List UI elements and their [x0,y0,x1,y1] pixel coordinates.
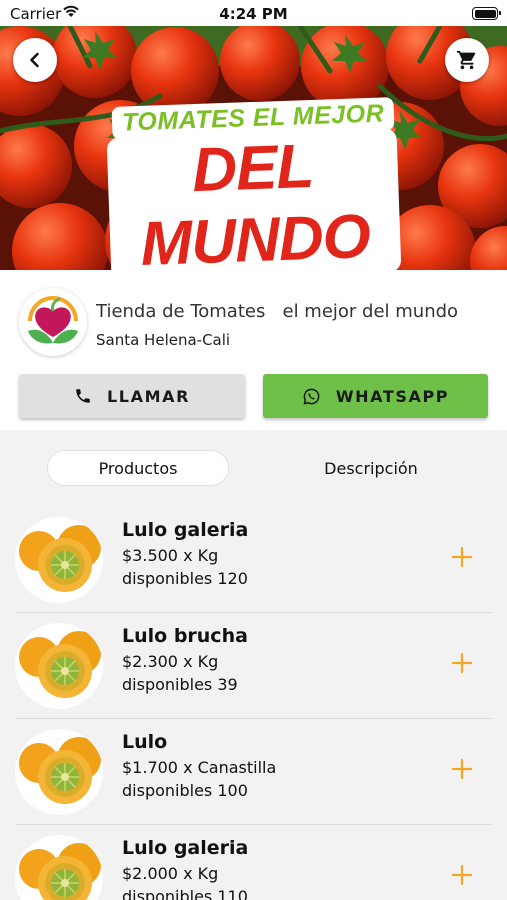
tab-description[interactable]: Descripción [280,450,462,486]
status-bar: Carrier 4:24 PM [0,0,507,26]
whatsapp-icon [303,388,320,404]
call-button-label: LLAMAR [107,386,190,406]
product-stock: disponibles 39 [122,675,238,694]
product-price: $3.500 x Kg [122,546,219,565]
phone-icon [76,389,90,403]
product-row[interactable]: Lulo $1.700 x Canastilla disponibles 100 [0,719,507,825]
store-location: Santa Helena-Cali [96,331,231,349]
chevron-left-icon [30,52,39,68]
plus-icon[interactable] [450,757,474,781]
product-stock: disponibles 110 [122,887,248,900]
product-row[interactable]: Lulo galeria $3.500 x Kg disponibles 120 [0,507,507,613]
store-logo [19,288,87,356]
store-banner: TOMATES EL MEJOR DEL MUNDO [0,26,507,270]
plus-icon[interactable] [450,651,474,675]
product-image [15,835,103,900]
product-name: Lulo galeria [122,837,249,859]
product-row[interactable]: Lulo brucha $2.300 x Kg disponibles 39 [0,613,507,719]
plus-icon[interactable] [450,545,474,569]
tab-products[interactable]: Productos [47,450,229,486]
product-price: $1.700 x Canastilla [122,758,277,777]
product-row[interactable]: Lulo galeria $2.000 x Kg disponibles 110 [0,825,507,900]
product-image [15,623,103,709]
product-image [15,517,103,603]
store-name: Tienda de Tomates el mejor del mundo [96,301,459,322]
product-name: Lulo brucha [122,625,248,647]
cart-button[interactable] [445,38,489,82]
store-info: Tienda de Tomates el mejor del mundo San… [0,270,507,430]
call-button[interactable]: LLAMAR [19,374,245,418]
back-button[interactable] [13,38,57,82]
product-image [15,729,103,815]
banner-title-line2: DEL MUNDO [106,127,401,270]
cart-icon [456,50,476,70]
product-stock: disponibles 120 [122,569,248,588]
lulo-fruit-image [19,631,101,698]
product-price: $2.300 x Kg [122,652,219,671]
product-name: Lulo galeria [122,519,249,541]
battery-icon [472,7,501,20]
product-stock: disponibles 100 [122,781,248,800]
banner-title: TOMATES EL MEJOR DEL MUNDO [0,97,507,270]
lulo-fruit-image [19,525,101,592]
product-price: $2.000 x Kg [122,864,219,883]
status-time: 4:24 PM [219,5,288,23]
lulo-fruit-image [19,843,101,900]
store-logo-icon [28,296,78,344]
lulo-fruit-image [19,737,101,804]
whatsapp-button[interactable]: WHATSAPP [263,374,488,418]
plus-icon[interactable] [450,863,474,887]
whatsapp-button-label: WHATSAPP [335,386,450,406]
content-area: Productos Descripción Lulo galeria $3.500… [0,430,507,900]
product-name: Lulo [122,731,168,753]
